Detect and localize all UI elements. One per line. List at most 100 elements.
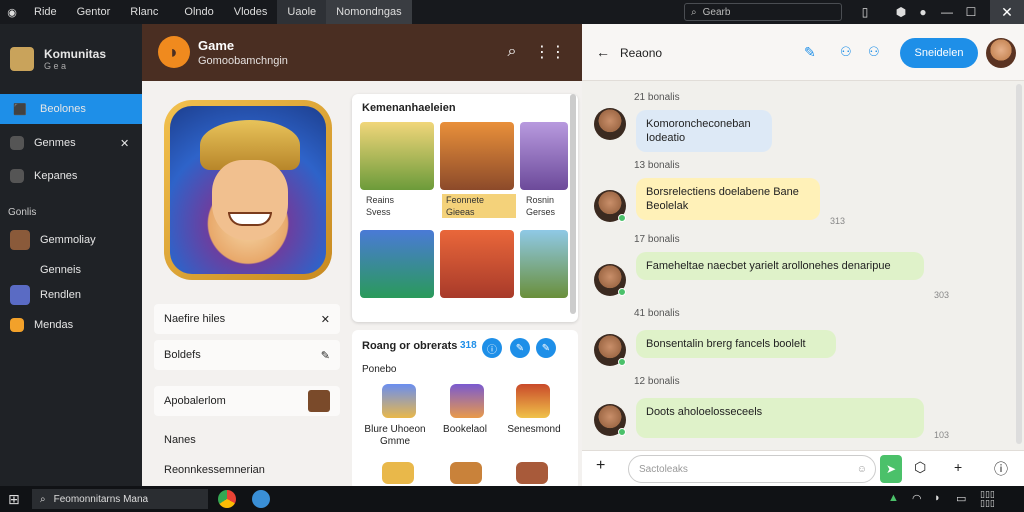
sidebar-item-label: Beolones [40,103,86,115]
tile-5[interactable] [440,230,514,298]
game-panel: ◗ Game Gomoobamchngin ⌕ ⋮⋮ Naefire hiles… [142,24,582,486]
reward-icon-6[interactable] [516,462,548,484]
maximize-icon[interactable]: ☐ [962,3,980,21]
start-icon[interactable]: ⊞ [8,491,20,508]
screen: ◉ Ride Gentor Rlanc Olndo Vlodes Uaole N… [0,0,1024,512]
search-icon[interactable]: ⌕ [502,42,522,62]
sidebar-group-2[interactable]: Genneis [0,260,142,280]
rewards-title: Roang or obrerats [362,340,458,352]
tile-6[interactable] [520,230,568,298]
chat-footer: + Sactoleaks ☺ ➤ ⬡ + ⓘ [582,450,1024,486]
search-input[interactable]: ⌕ Gearb [684,3,842,21]
scrollbar[interactable] [1016,84,1022,444]
wifi-icon[interactable]: ◠ [912,492,922,505]
sidebar-group-4[interactable]: Mendas [0,314,142,336]
battery-icon[interactable]: ▭ [956,492,966,505]
app-icon[interactable]: ◉ [0,0,24,24]
tile-2[interactable] [440,122,514,190]
sidebar-group-3[interactable]: Rendlen [0,282,142,308]
label-nanes: Nanes [164,434,196,446]
message-time: 313 [830,216,846,226]
app-sub: G e a [44,61,67,71]
info-icon[interactable]: ⓘ [994,459,1008,479]
user-icon[interactable]: ● [914,3,932,21]
tab-nomondngas[interactable]: Nomondngas [326,0,412,24]
sidebar-item-home[interactable]: ⬛ Beolones [0,94,142,124]
message-separator: 21 bonalis [634,92,680,103]
reward-label-2: Bookelaol [443,424,487,435]
message-bubble[interactable]: Borsrelectiens doelabene Bane Beolelak [636,178,820,220]
app-icon[interactable] [252,490,270,508]
scrollbar[interactable] [570,94,576,314]
add-user-icon[interactable]: ⚇ [868,44,880,60]
tile-3[interactable] [520,122,568,190]
tab-rlanc[interactable]: Rlanc [120,0,168,24]
grid-icon[interactable]: ⋮⋮ [534,42,566,62]
pin-icon[interactable]: ✕ [120,137,129,150]
tile-caption-2: Feonnete Gieeas [442,194,516,218]
tab-vlodes[interactable]: Vlodes [224,0,278,24]
chat-header: ← Reaono ✎ ⚇ ⚇ Sneidelen [582,24,1024,81]
tab-olndo[interactable]: Olndo [174,0,223,24]
message-bubble[interactable]: Komoroncheconeban Iodeatio [636,110,772,152]
top-bar: ◉ Ride Gentor Rlanc Olndo Vlodes Uaole N… [0,0,1024,24]
emoji-icon[interactable]: ☺ [857,464,867,475]
back-icon[interactable]: ← [596,44,610,60]
share-button[interactable]: ✎ [536,338,556,358]
edit-button[interactable]: ✎ [510,338,530,358]
card-apobalerlom[interactable]: Apobalerlom [154,386,340,416]
group-label: Mendas [34,319,74,331]
shield-icon[interactable]: ⬢ [892,3,910,21]
folder-icon [10,169,24,183]
input-placeholder: Sactoleaks [639,463,688,475]
sidebar-item-kepanes[interactable]: Kepanes [0,163,142,189]
tab-gentor[interactable]: Gentor [67,0,121,24]
join-button[interactable]: Sneidelen [900,38,978,68]
users-icon[interactable]: ⚇ [840,44,852,60]
sidebar-item-games[interactable]: Genmes ✕ [0,130,142,156]
edit-icon[interactable]: ✎ [321,349,330,362]
minimize-icon[interactable]: — [938,3,956,21]
app-header: Komunitas G e a [0,44,142,74]
tile-1[interactable] [360,122,434,190]
message-bubble[interactable]: Fameheltae naecbet yarielt arollonehes d… [636,252,924,280]
plus-icon[interactable]: + [954,459,962,475]
reward-icon-2[interactable] [450,384,484,418]
card-boldefs[interactable]: Boldefs ✎ [154,340,340,370]
hero-illustration [170,106,326,274]
volume-icon[interactable]: ◗ [934,492,941,504]
message-separator: 17 bonalis [634,234,680,245]
send-button[interactable]: ➤ [880,455,902,483]
card-label: Naefire hiles [164,313,226,325]
message-bubble[interactable]: Doots aholoelosseceels [636,398,924,438]
tab-uaole[interactable]: Uaole [277,0,327,24]
tile-4[interactable] [360,230,434,298]
reward-icon-5[interactable] [450,462,482,484]
message-bubble[interactable]: Bonsentalin brerg fancels boolelt [636,330,836,358]
taskbar-search[interactable]: ⌕ Feomonnitarns Mana [32,489,208,509]
sticker-icon[interactable]: ⬡ [914,459,926,476]
tab-ride[interactable]: Ride [24,0,67,24]
add-icon[interactable]: + [596,457,605,475]
avatar [10,230,30,250]
info-button[interactable]: ⓘ [482,338,502,358]
card-label: Apobalerlom [164,395,226,407]
chat-name: Reaono [620,46,663,60]
close-icon[interactable]: ✕ [990,0,1024,24]
tile-caption-3: Rosnin Gerses [526,195,556,217]
edit-icon[interactable]: ✎ [804,44,816,61]
card-naefire[interactable]: Naefire hiles ✕ [154,304,340,334]
network-icon[interactable]: ▲ [888,492,899,504]
avatar[interactable] [986,38,1016,68]
reward-icon-1[interactable] [382,384,416,418]
close-icon[interactable]: ✕ [321,313,330,326]
search-icon: ⌕ [40,493,46,505]
clock[interactable]: ▯▯▯ ▯▯▯ [980,490,995,508]
sidebar-group-1[interactable]: Gemmoliay [0,227,142,253]
reward-icon-3[interactable] [516,384,550,418]
card-label: Boldefs [164,349,201,361]
message-input[interactable]: Sactoleaks ☺ [628,455,876,483]
reward-icon-4[interactable] [382,462,414,484]
tablet-icon[interactable]: ▯ [856,3,874,21]
browser-icon[interactable] [218,490,236,508]
